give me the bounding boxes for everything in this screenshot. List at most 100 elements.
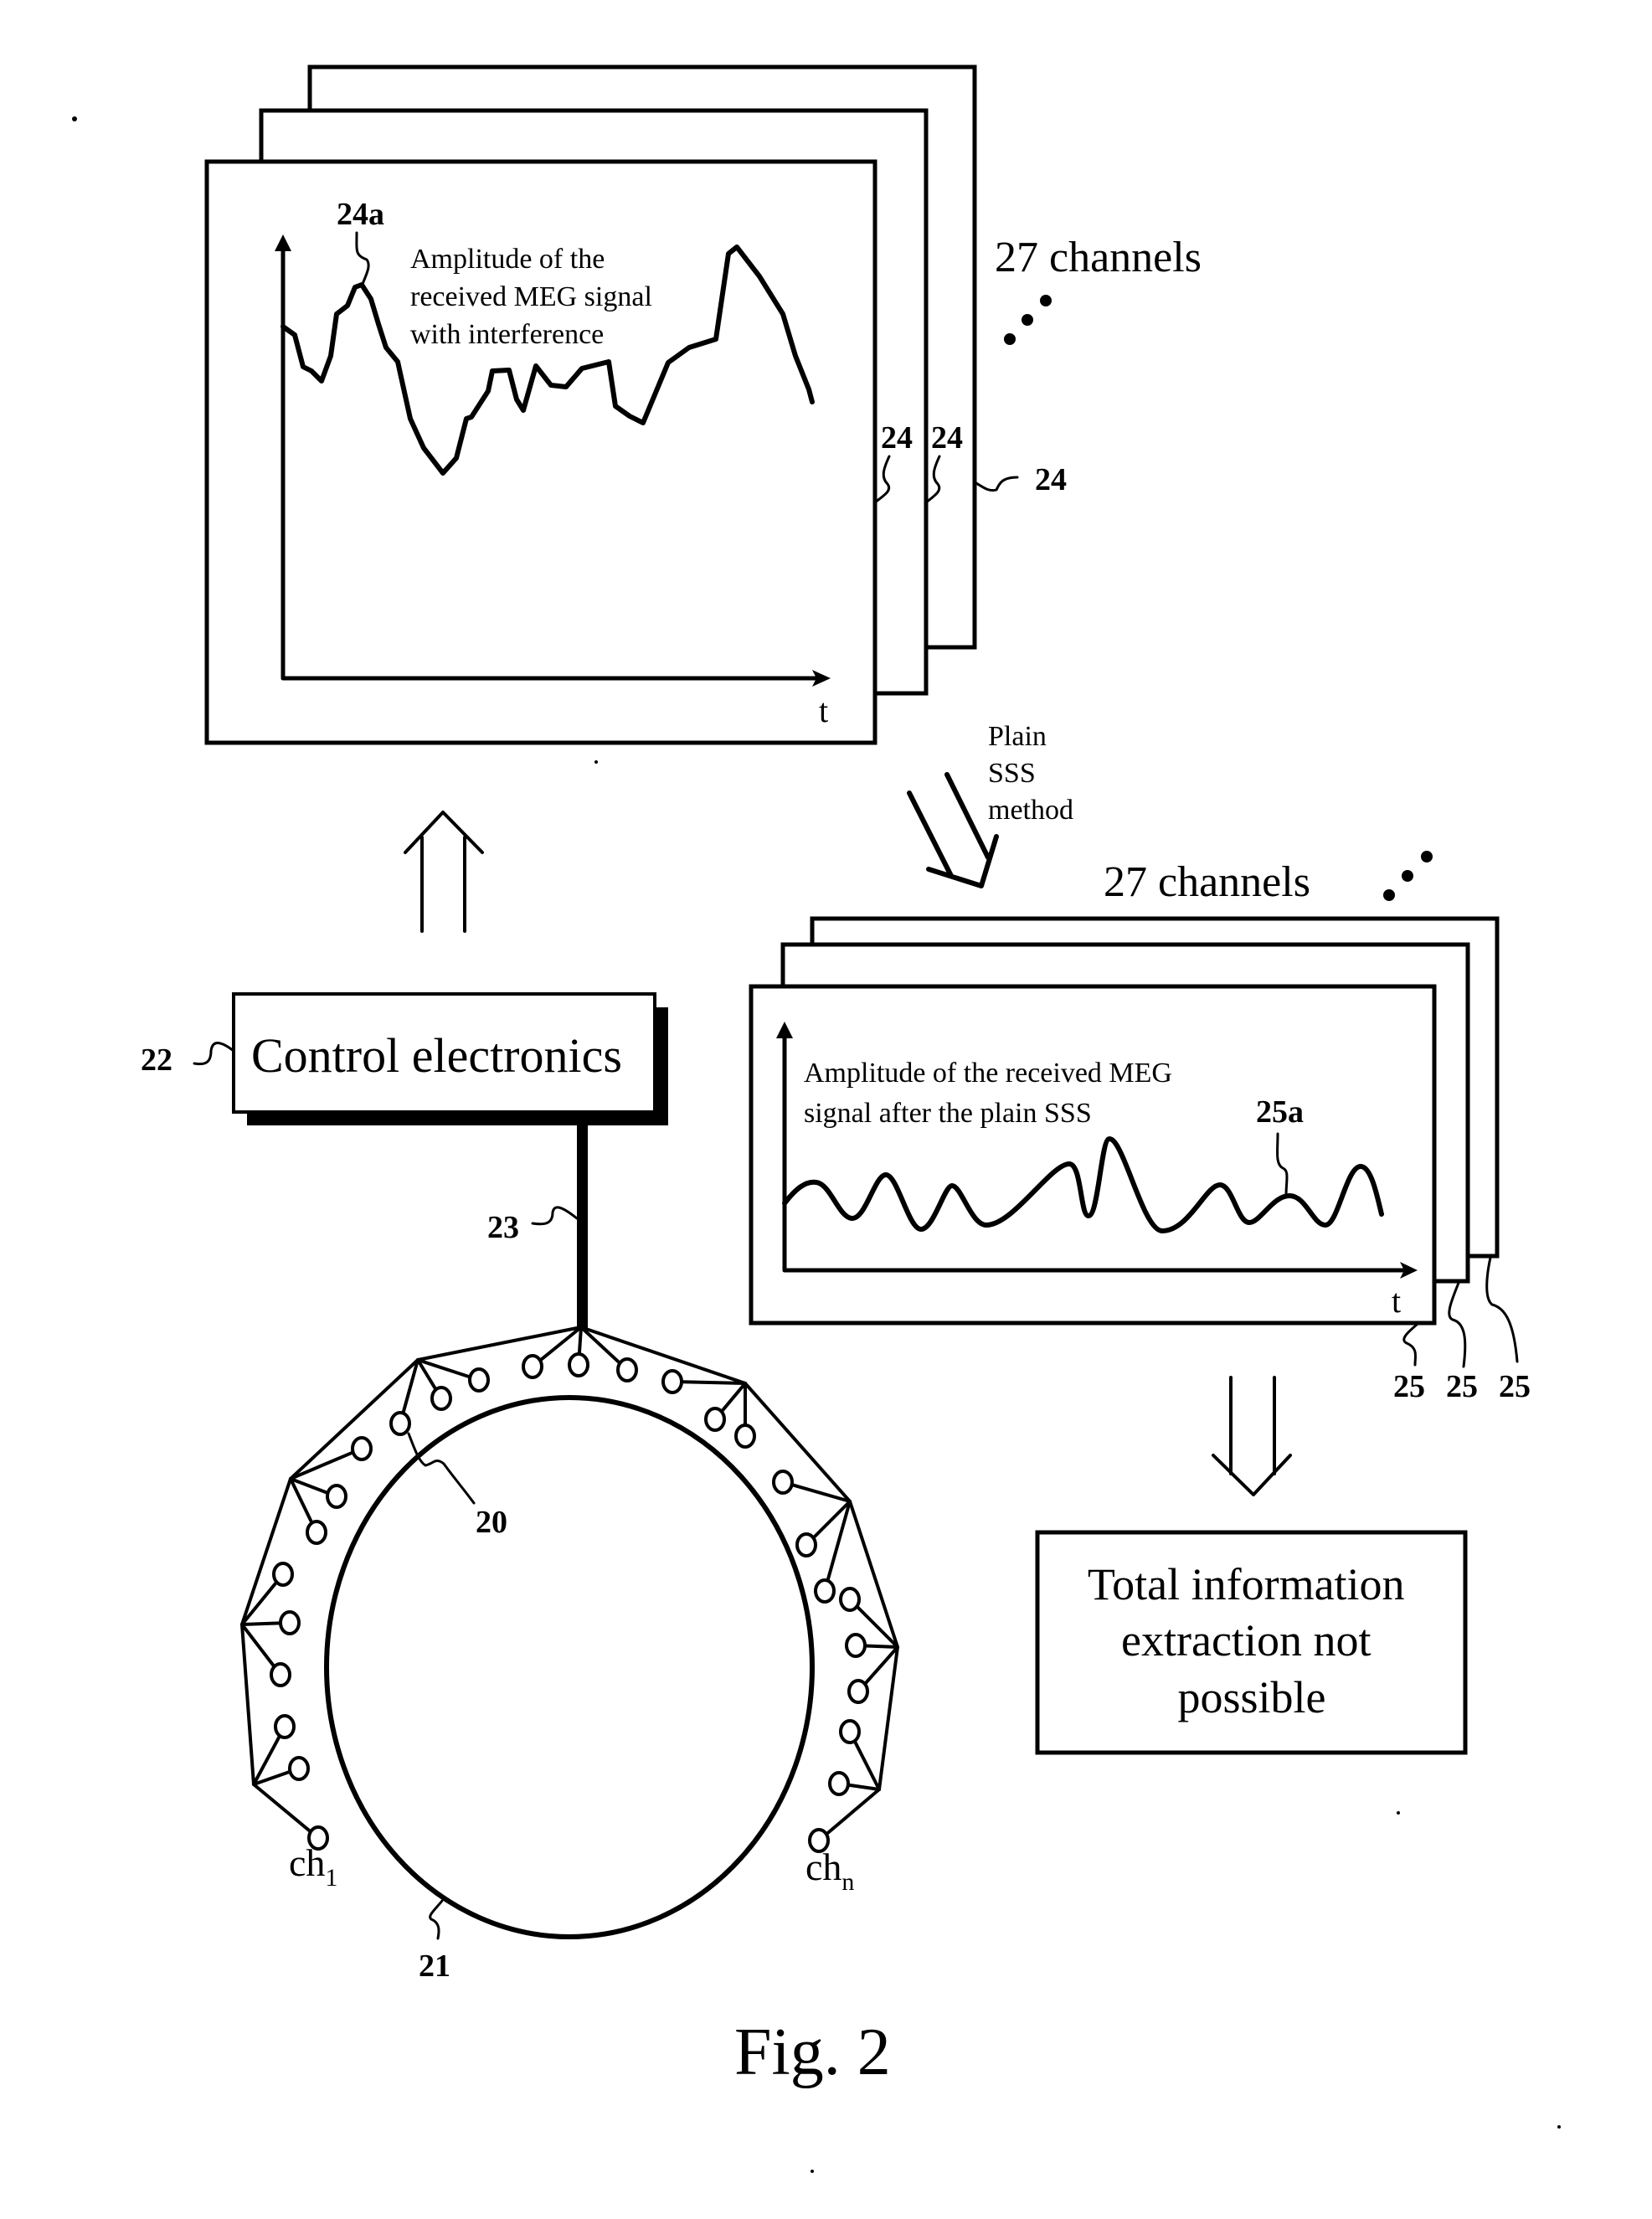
sensor-coil	[734, 1424, 756, 1449]
sss-frame-front	[749, 984, 1437, 1326]
sensor-coil	[704, 1407, 726, 1432]
head-ref: 21	[419, 1949, 450, 1984]
raw-frame-back-ref: 24	[1035, 462, 1067, 497]
control-electronics: Control electronics 22	[141, 992, 668, 1125]
raw-signal-label-line-3: with interference	[410, 319, 604, 350]
sensor-stem	[825, 1788, 881, 1836]
plain-sss-arrow	[907, 772, 999, 888]
figure-canvas: t 24a Amplitude of the received MEG sign…	[72, 64, 1561, 2173]
sss-time-axis-label: t	[1392, 1282, 1401, 1320]
cable-ref: 23	[487, 1210, 519, 1245]
sensor-coil	[522, 1354, 543, 1379]
sss-frame-back-ref: 25	[1499, 1369, 1531, 1404]
method-label-line-3: method	[988, 795, 1073, 826]
sensor-coil	[839, 1719, 861, 1744]
sensor-coil	[847, 1679, 869, 1704]
raw-signal-label-line-2: received MEG signal	[410, 281, 652, 312]
sensor-stem	[252, 1783, 312, 1834]
sensor-coil	[828, 1771, 850, 1796]
sensor-nodes	[240, 1326, 899, 1853]
sensor-coil	[468, 1367, 490, 1393]
result-box: Total information extraction not possibl…	[1035, 1530, 1468, 1755]
result-line-1: Total information	[1088, 1559, 1405, 1609]
sss-ellipsis-dot	[1383, 889, 1395, 901]
raw-frame-back-leader	[973, 476, 1019, 492]
sensor-stem	[240, 1580, 279, 1626]
raw-signal-label-line-1: Amplitude of the	[410, 244, 605, 275]
sss-frame-front-ref: 25	[1393, 1369, 1425, 1404]
sensor-coil	[845, 1633, 867, 1658]
sensor-stem	[719, 1382, 747, 1413]
control-ref: 22	[141, 1043, 172, 1078]
sss-signal-label-line-1: Amplitude of the received MEG	[804, 1058, 1172, 1089]
control-ref-leader	[193, 1042, 235, 1066]
last-channel-label: chn	[805, 1846, 854, 1896]
scan-speck	[1557, 2125, 1561, 2129]
raw-channels-label: 27 channels	[995, 234, 1202, 281]
sss-signal-stack: 27 channels t Amplitude of the received …	[749, 851, 1531, 1404]
sensor-coil	[795, 1532, 817, 1557]
sensor-stem	[289, 1450, 354, 1480]
plain-sss-method-label: Plain SSS method	[988, 721, 1073, 826]
head-outline	[324, 1395, 815, 1939]
sss-signal-label-line-2: signal after the plain SSS	[804, 1098, 1092, 1129]
raw-frame-middle-ref: 24	[931, 420, 963, 456]
sensor-coil	[326, 1484, 347, 1509]
sensor-stem	[577, 1326, 583, 1357]
sensor-ref-leader	[407, 1432, 476, 1505]
scan-speck	[1397, 1811, 1400, 1815]
sensor-coil	[272, 1562, 294, 1587]
sensor-coil	[568, 1352, 589, 1377]
sensor-stem	[240, 1623, 276, 1669]
sensor-coil	[616, 1357, 638, 1382]
raw-ellipsis-dot	[1040, 295, 1052, 306]
raw-ellipsis-dot	[1022, 314, 1033, 326]
sss-ellipsis-dot	[1402, 870, 1413, 882]
sss-channels-label: 27 channels	[1104, 858, 1310, 906]
sensor-coil	[772, 1470, 794, 1495]
sensor-coil	[306, 1520, 327, 1545]
sensor-stem	[863, 1644, 899, 1649]
sensor-stem	[852, 1738, 881, 1791]
raw-time-axis-label: t	[819, 692, 828, 729]
result-line-2: extraction not	[1121, 1615, 1371, 1666]
sensor-coil	[270, 1662, 291, 1687]
method-label-line-1: Plain	[988, 721, 1047, 752]
cable-ref-leader	[531, 1206, 579, 1226]
sensor-array: 20 21 ch1 chn	[240, 1326, 899, 1984]
raw-frame-front-ref: 24	[881, 420, 913, 456]
up-double-arrow	[404, 811, 484, 933]
sensor-ref: 20	[476, 1505, 507, 1540]
scan-speck	[811, 2170, 814, 2173]
sensor-coil	[839, 1587, 861, 1612]
sss-signal-ref: 25a	[1256, 1094, 1304, 1130]
scan-speck	[594, 760, 598, 764]
figure-caption: Fig. 2	[734, 2016, 891, 2089]
sensor-coil	[274, 1714, 296, 1739]
sensor-coil	[389, 1411, 411, 1436]
sensor-coil	[351, 1436, 373, 1461]
sss-ellipsis-dot	[1421, 851, 1433, 862]
sensor-stem	[680, 1380, 747, 1385]
head-ref-leader	[429, 1899, 444, 1940]
sss-frame-back-leader	[1485, 1256, 1519, 1363]
sensor-coil	[288, 1756, 310, 1781]
control-box-label: Control electronics	[251, 1028, 622, 1083]
down-double-arrow	[1212, 1376, 1292, 1496]
sensor-coil	[279, 1610, 301, 1635]
raw-signal-stack: t 24a Amplitude of the received MEG sign…	[204, 64, 1202, 745]
sss-frame-middle-leader	[1448, 1281, 1467, 1368]
cable	[577, 1125, 588, 1328]
scan-speck	[72, 116, 77, 121]
sensor-stem	[847, 1783, 881, 1791]
sensor-stem	[240, 1621, 282, 1626]
raw-signal-ref: 24a	[337, 197, 384, 232]
sss-frame-middle-ref: 25	[1446, 1369, 1478, 1404]
first-channel-label: ch1	[289, 1841, 337, 1892]
raw-ellipsis-dot	[1004, 333, 1016, 345]
sensor-coil	[430, 1386, 452, 1411]
result-line-3: possible	[1177, 1672, 1325, 1722]
sss-frame-front-leader	[1402, 1323, 1418, 1367]
method-label-line-2: SSS	[988, 758, 1036, 789]
sensor-coil	[814, 1578, 836, 1604]
